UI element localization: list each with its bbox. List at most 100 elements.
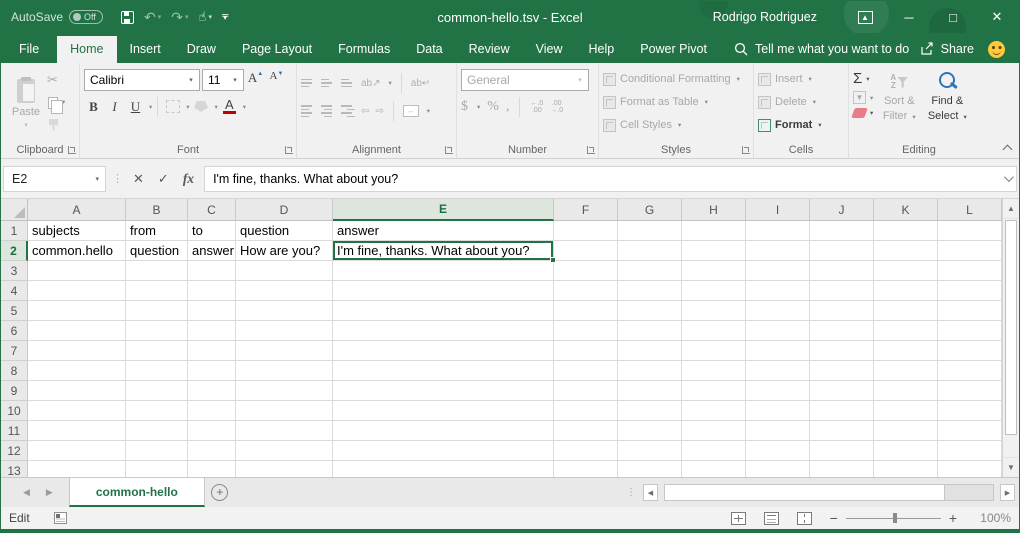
cell-C3[interactable] [188, 261, 236, 281]
paste-button[interactable]: Paste ▾ [5, 67, 47, 141]
cell-F9[interactable] [554, 381, 618, 401]
cell-D13[interactable] [236, 461, 333, 477]
cell-C9[interactable] [188, 381, 236, 401]
increase-decimal-button[interactable]: ←.0.00 [530, 100, 543, 114]
horizontal-scroll-thumb[interactable] [665, 485, 945, 500]
row-header-12[interactable]: 12 [1, 441, 28, 461]
row-header-1[interactable]: 1 [1, 221, 28, 241]
align-right-button[interactable] [341, 105, 355, 117]
font-name-combo[interactable]: Calibri▾ [84, 69, 200, 91]
cell-L12[interactable] [938, 441, 1002, 461]
cell-F13[interactable] [554, 461, 618, 477]
cell-J6[interactable] [810, 321, 874, 341]
cell-B3[interactable] [126, 261, 188, 281]
cell-K1[interactable] [874, 221, 938, 241]
cell-A5[interactable] [28, 301, 126, 321]
wrap-text-button[interactable]: ab↵ [411, 78, 431, 89]
cell-J4[interactable] [810, 281, 874, 301]
tab-file[interactable]: File [1, 36, 57, 63]
autosum-button[interactable]: Σ▾ [853, 70, 873, 87]
cell-C4[interactable] [188, 281, 236, 301]
cell-E3[interactable] [333, 261, 554, 281]
orientation-button[interactable]: ab↗ [361, 78, 381, 89]
cell-H4[interactable] [682, 281, 746, 301]
cell-D9[interactable] [236, 381, 333, 401]
cell-A1[interactable]: subjects [28, 221, 126, 241]
ribbon-display-options-button[interactable]: ▲ [843, 1, 887, 33]
cell-K11[interactable] [874, 421, 938, 441]
cell-K4[interactable] [874, 281, 938, 301]
cell-A6[interactable] [28, 321, 126, 341]
scroll-down-icon[interactable]: ▼ [1003, 457, 1019, 477]
cell-K2[interactable] [874, 241, 938, 261]
tab-help[interactable]: Help [576, 36, 628, 63]
cell-E5[interactable] [333, 301, 554, 321]
name-box-dropdown-icon[interactable]: ▾ [95, 175, 105, 183]
tab-view[interactable]: View [523, 36, 576, 63]
fill-handle[interactable] [550, 257, 556, 263]
feedback-smiley-icon[interactable] [988, 41, 1005, 58]
cell-H2[interactable] [682, 241, 746, 261]
collapse-ribbon-button[interactable] [1003, 144, 1011, 152]
cell-I4[interactable] [746, 281, 810, 301]
increase-indent-button[interactable]: ⇨ [375, 106, 383, 117]
cell-E6[interactable] [333, 321, 554, 341]
comma-style-button[interactable]: , [506, 99, 510, 115]
cell-L7[interactable] [938, 341, 1002, 361]
tab-draw[interactable]: Draw [174, 36, 229, 63]
new-sheet-button[interactable]: + [205, 478, 235, 507]
bold-button[interactable]: B [84, 96, 103, 117]
row-header-8[interactable]: 8 [1, 361, 28, 381]
cell-F11[interactable] [554, 421, 618, 441]
vertical-scroll-thumb[interactable] [1005, 220, 1017, 435]
cell-G5[interactable] [618, 301, 682, 321]
cell-E4[interactable] [333, 281, 554, 301]
cell-F7[interactable] [554, 341, 618, 361]
column-header-K[interactable]: K [874, 199, 938, 221]
cell-G11[interactable] [618, 421, 682, 441]
clipboard-dialog-launcher[interactable] [68, 146, 76, 154]
cell-F3[interactable] [554, 261, 618, 281]
find-select-button[interactable]: Find & Select ▾ [925, 69, 969, 141]
number-format-combo[interactable]: General▾ [461, 69, 589, 91]
cell-H9[interactable] [682, 381, 746, 401]
customize-qat-button[interactable]: ═▾ [218, 11, 232, 23]
font-color-button[interactable]: A [220, 96, 239, 117]
sort-filter-button[interactable]: AZ Sort & Filter ▾ [877, 69, 921, 141]
cell-I10[interactable] [746, 401, 810, 421]
decrease-font-size-button[interactable]: A▼ [267, 70, 286, 91]
sheet-nav-left-icon[interactable]: ◀ [23, 487, 30, 498]
macro-record-button[interactable] [54, 512, 67, 524]
cell-B6[interactable] [126, 321, 188, 341]
fill-color-dropdown-icon[interactable]: ▾ [215, 103, 218, 111]
tab-formulas[interactable]: Formulas [325, 36, 403, 63]
cell-I6[interactable] [746, 321, 810, 341]
row-header-4[interactable]: 4 [1, 281, 28, 301]
expand-formula-bar-button[interactable] [999, 166, 1017, 192]
cell-C10[interactable] [188, 401, 236, 421]
undo-button[interactable]: ↶▾ [140, 7, 165, 28]
cell-I11[interactable] [746, 421, 810, 441]
cell-J12[interactable] [810, 441, 874, 461]
cell-J9[interactable] [810, 381, 874, 401]
cell-E7[interactable] [333, 341, 554, 361]
cell-B12[interactable] [126, 441, 188, 461]
cell-A13[interactable] [28, 461, 126, 477]
tab-page-layout[interactable]: Page Layout [229, 36, 325, 63]
cell-K3[interactable] [874, 261, 938, 281]
cell-J7[interactable] [810, 341, 874, 361]
column-header-L[interactable]: L [938, 199, 1002, 221]
cell-B7[interactable] [126, 341, 188, 361]
cell-J11[interactable] [810, 421, 874, 441]
paste-dropdown-icon[interactable]: ▾ [24, 121, 28, 129]
cell-A2[interactable]: common.hello [28, 241, 126, 261]
cell-A11[interactable] [28, 421, 126, 441]
cell-G7[interactable] [618, 341, 682, 361]
formula-input[interactable]: I'm fine, thanks. What about you? [204, 166, 999, 192]
select-all-corner[interactable] [1, 199, 28, 221]
cell-B10[interactable] [126, 401, 188, 421]
touch-mouse-mode-button[interactable]: ☝▾ [195, 7, 216, 27]
row-header-2[interactable]: 2 [1, 241, 28, 261]
format-cells-button[interactable]: Format▾ [758, 116, 822, 134]
format-as-table-button[interactable]: Format as Table▾ [603, 93, 740, 111]
